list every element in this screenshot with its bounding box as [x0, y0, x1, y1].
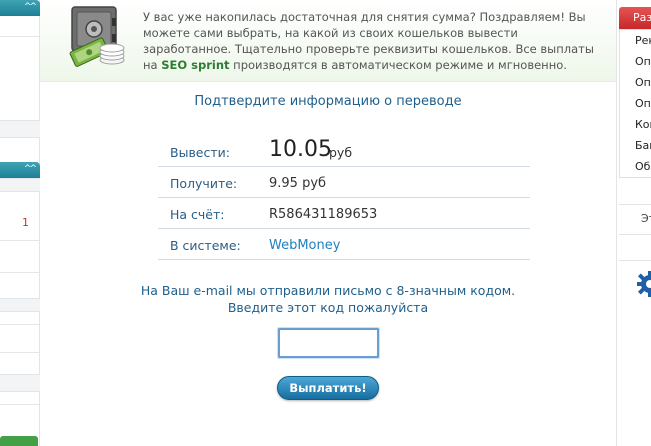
divider: [0, 404, 40, 405]
notice-line: На Ваш e-mail мы отправили письмо с 8-зн…: [140, 283, 516, 298]
table-row: Вывести: 10.05 руб: [158, 136, 530, 167]
account-label: На счёт:: [170, 207, 225, 222]
safe-money-icon: [69, 6, 125, 67]
left-panel-row: [0, 178, 40, 192]
divider: [0, 36, 40, 37]
right-menu-item[interactable]: Опл: [620, 72, 651, 93]
divider: [0, 272, 40, 273]
system-label: В системе:: [170, 238, 241, 253]
divider: [0, 324, 40, 325]
right-menu-item[interactable]: Опл: [620, 51, 651, 72]
collapse-icon[interactable]: ^^: [24, 2, 37, 12]
notice-line: Введите этот код пожалуйста: [227, 300, 429, 315]
system-value: WebMoney: [269, 238, 341, 253]
table-row: На счёт: R586431189653: [158, 198, 530, 229]
right-menu: Рек Опл Опл Опл Кон Бан Обл: [619, 29, 651, 178]
right-menu-item[interactable]: Опл: [620, 93, 651, 114]
divider: [0, 240, 40, 241]
divider: [619, 260, 651, 261]
right-menu-item[interactable]: Бан: [620, 135, 651, 156]
table-row: Получите: 9.95 руб: [158, 167, 530, 198]
withdraw-currency: руб: [329, 145, 353, 160]
table-row: В системе: WebMoney: [158, 229, 530, 260]
receive-value: 9.95 руб: [269, 176, 327, 191]
right-sidebar: Раз Рек Опл Опл Опл Кон Бан Обл Эт: [616, 0, 651, 446]
left-sidebar: ^^ ^^ 1: [0, 0, 40, 446]
withdraw-amount: 10.05: [269, 137, 332, 162]
banner-text-part: производятся в автоматическом режиме и м…: [229, 58, 567, 72]
left-panel-row: [0, 298, 40, 312]
divider: [619, 204, 651, 205]
email-code-notice: На Ваш e-mail мы отправили письмо с 8-зн…: [40, 282, 616, 316]
divider: [619, 234, 651, 235]
collapse-icon[interactable]: ^^: [24, 164, 37, 174]
info-banner: У вас уже накопилась достаточная для сня…: [40, 0, 616, 82]
transfer-details-table: Вывести: 10.05 руб Получите: 9.95 руб На…: [158, 136, 530, 260]
right-menu-item[interactable]: Обл: [620, 156, 651, 177]
right-menu-item[interactable]: Кон: [620, 114, 651, 135]
left-counter: 1: [22, 216, 29, 229]
right-menu-item[interactable]: Рек: [620, 30, 651, 51]
left-panel-header[interactable]: ^^: [0, 0, 40, 16]
account-value: R586431189653: [269, 207, 378, 222]
banner-text: У вас уже накопилась достаточная для сня…: [143, 9, 603, 73]
main-content: У вас уже накопилась достаточная для сня…: [40, 0, 616, 446]
left-panel-row: [0, 120, 40, 138]
brand-name: SEO sprint: [161, 58, 230, 72]
confirm-title: Подтвердите информацию о переводе: [194, 94, 462, 109]
right-panel-header[interactable]: Раз: [619, 7, 651, 29]
left-green-tab[interactable]: [0, 436, 38, 446]
withdraw-label: Вывести:: [170, 145, 230, 160]
left-panel-row: [0, 374, 40, 392]
left-panel-header[interactable]: ^^: [0, 162, 40, 178]
pay-button[interactable]: Выплатить!: [277, 376, 379, 400]
verification-code-input[interactable]: [277, 327, 380, 359]
gear-icon[interactable]: [636, 270, 651, 298]
receive-label: Получите:: [170, 176, 238, 191]
right-extra-label[interactable]: Эт: [641, 212, 651, 225]
divider: [0, 352, 40, 353]
